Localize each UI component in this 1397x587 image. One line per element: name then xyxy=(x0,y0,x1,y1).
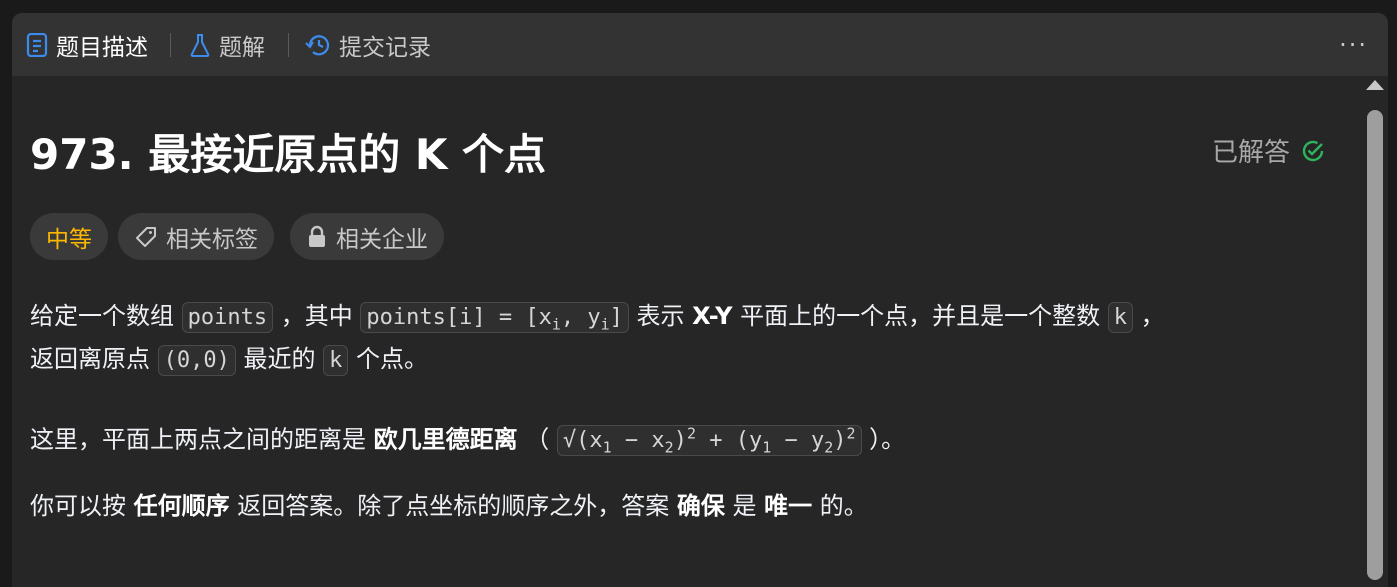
code-text: ) xyxy=(673,428,687,454)
inline-code: (0,0) xyxy=(157,345,236,376)
difficulty-badge[interactable]: 中等 xyxy=(30,213,108,260)
solved-label: 已解答 xyxy=(1211,138,1290,168)
tab-label: 题解 xyxy=(219,34,265,61)
description-paragraph-3: 这里，平面上两点之间的距离是 欧几里德距离 （ √(x1 − x2)2 + (y… xyxy=(30,413,905,469)
related-companies-button[interactable]: 相关企业 xyxy=(290,213,444,260)
code-text: + (y xyxy=(695,428,763,454)
code-text: − x xyxy=(611,428,665,454)
code-text: points[i] = [x xyxy=(366,305,552,330)
scroll-up-arrow-icon[interactable] xyxy=(1366,80,1384,90)
bold-text: 确保 xyxy=(676,492,725,520)
text: 你可以按 xyxy=(30,492,134,520)
text: 这里，平面上两点之间的距离是 xyxy=(30,425,374,454)
tab-label: 提交记录 xyxy=(339,34,431,61)
superscript: 2 xyxy=(846,425,856,443)
bold-text: X-Y xyxy=(692,302,733,330)
tab-description[interactable]: 题目描述 xyxy=(26,13,148,76)
tab-submissions[interactable]: 提交记录 xyxy=(305,13,431,76)
tag-icon xyxy=(136,226,156,247)
check-circle-icon xyxy=(1302,140,1324,161)
text: 个点。 xyxy=(348,345,429,373)
text: 的。 xyxy=(812,492,868,520)
tab-solutions[interactable]: 题解 xyxy=(189,13,265,76)
code-text: ] xyxy=(609,305,623,330)
description-paragraph-2: 返回离原点 (0,0) 最近的 k 个点。 xyxy=(30,338,428,382)
inline-code: k xyxy=(1107,302,1134,333)
tab-divider xyxy=(170,33,171,57)
document-icon xyxy=(26,32,48,57)
text: 最近的 xyxy=(235,345,324,373)
lock-icon xyxy=(309,225,325,247)
inline-code: points[i] = [xi, yi] xyxy=(360,302,629,333)
bold-text: 欧几里德距离 xyxy=(373,425,518,454)
text: 是 xyxy=(724,492,765,520)
superscript: 2 xyxy=(686,425,696,443)
scrollbar-thumb[interactable] xyxy=(1367,110,1383,580)
inline-code: k xyxy=(323,345,349,376)
text: 平面上的一个点，并且是一个整数 xyxy=(732,302,1108,330)
subscript: i xyxy=(600,315,610,334)
page-title: 973. 最接近原点的 K 个点 xyxy=(30,130,547,179)
bold-text: 唯一 xyxy=(764,492,813,520)
related-companies-label: 相关企业 xyxy=(336,226,428,253)
problem-panel: 题目描述 题解 提交记录 ··· 973. 最接近原点的 K 个点 已解答 中等… xyxy=(12,13,1388,587)
text: （ xyxy=(517,425,557,454)
distance-formula: √(x1 − x2)2 + (y1 − y2)2 xyxy=(556,425,862,457)
code-text: ) xyxy=(833,428,847,454)
text: ）。 xyxy=(861,425,906,454)
inline-code: points xyxy=(181,302,274,333)
text: 给定一个数组 xyxy=(30,302,182,330)
history-icon xyxy=(305,34,330,55)
subscript: 2 xyxy=(824,438,834,457)
code-text: − y xyxy=(771,428,825,454)
code-text: , y xyxy=(560,305,601,330)
tab-divider xyxy=(288,33,289,57)
related-tags-label: 相关标签 xyxy=(166,226,258,253)
text: 返回离原点 xyxy=(30,345,158,373)
subscript: i xyxy=(551,315,561,334)
related-tags-button[interactable]: 相关标签 xyxy=(118,213,274,260)
solved-status: 已解答 xyxy=(1212,132,1326,169)
tab-bar: 题目描述 题解 提交记录 ··· xyxy=(12,13,1388,76)
text: ，其中 xyxy=(273,302,361,330)
difficulty-label: 中等 xyxy=(46,226,92,253)
text: 表示 xyxy=(628,302,693,330)
text: 返回答案。除了点坐标的顺序之外，答案 xyxy=(229,492,677,520)
code-text: √(x xyxy=(562,428,603,454)
subscript: 1 xyxy=(762,438,772,457)
more-options-icon[interactable]: ··· xyxy=(1339,31,1368,59)
text: ， xyxy=(1133,302,1165,330)
subscript: 1 xyxy=(602,438,612,457)
bold-text: 任何顺序 xyxy=(133,492,230,520)
tab-label: 题目描述 xyxy=(56,34,148,61)
flask-icon xyxy=(190,33,210,57)
description-paragraph-4: 你可以按 任何顺序 返回答案。除了点坐标的顺序之外，答案 确保 是 唯一 的。 xyxy=(30,485,868,527)
subscript: 2 xyxy=(664,438,674,457)
